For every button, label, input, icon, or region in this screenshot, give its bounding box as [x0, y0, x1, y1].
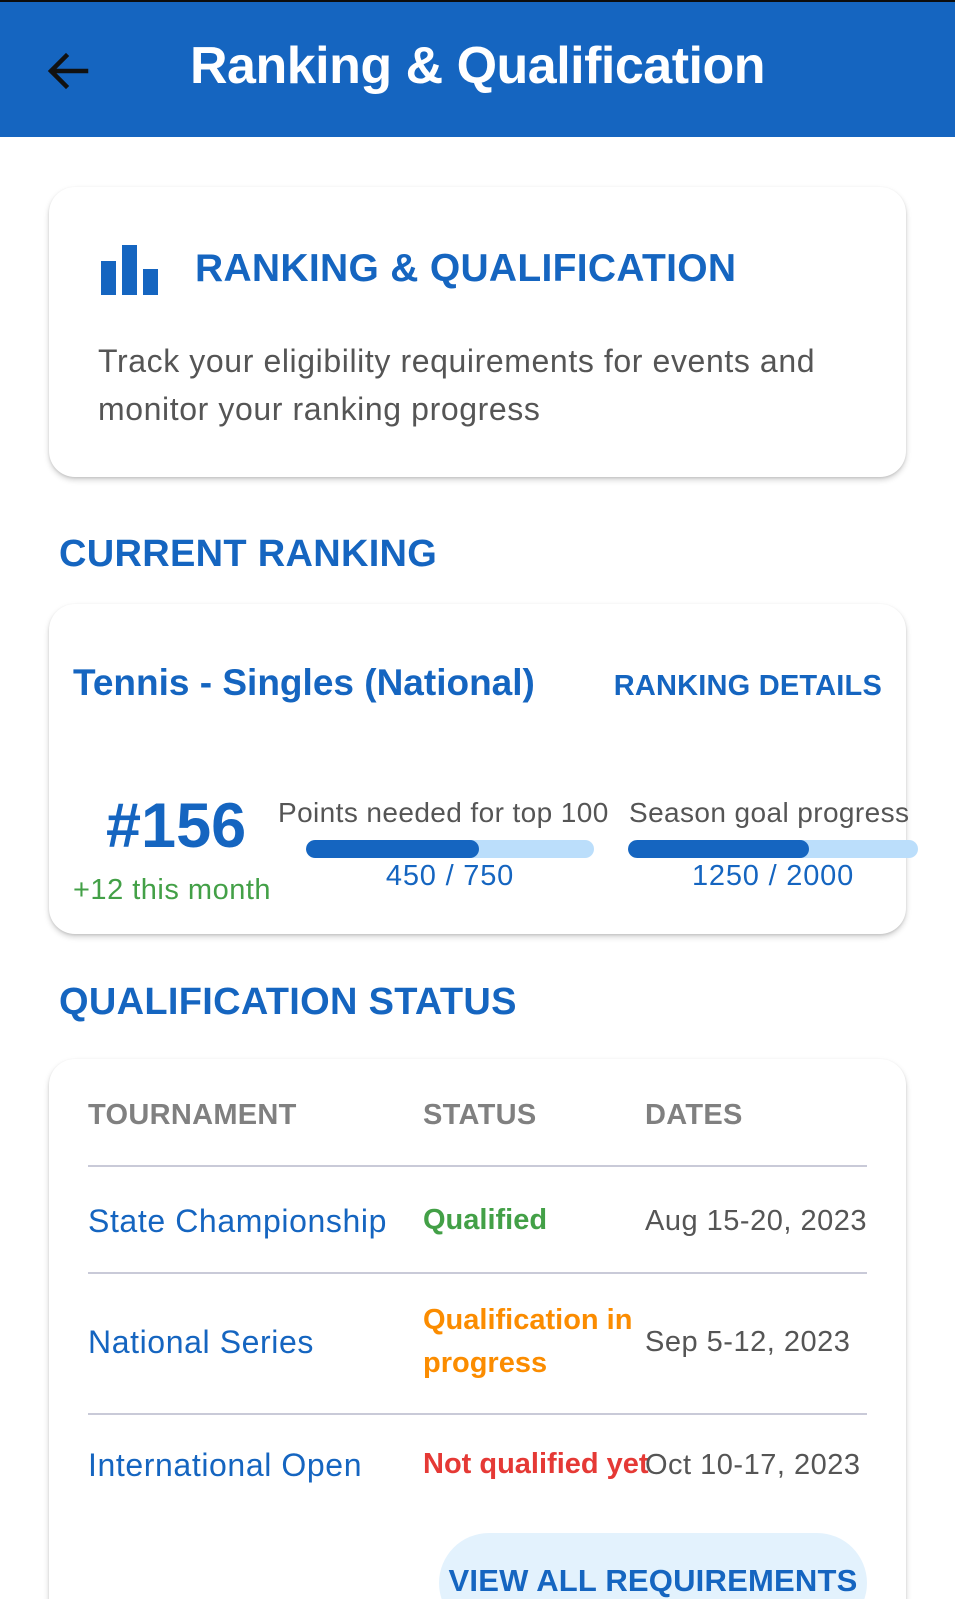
app-bar: Ranking & Qualification: [0, 0, 955, 137]
current-ranking-label: CURRENT RANKING: [59, 533, 438, 575]
table-divider: [88, 1165, 867, 1167]
bar-chart-icon: [101, 245, 158, 295]
progress-fill-top100: [306, 840, 479, 858]
page-title: Ranking & Qualification: [190, 37, 766, 95]
table-divider: [88, 1413, 867, 1415]
progress-bar-top100: [306, 840, 594, 858]
table-row-dates: Sep 5-12, 2023: [645, 1326, 851, 1358]
table-divider: [88, 1272, 867, 1274]
metric-value-season: 1250 / 2000: [692, 860, 854, 892]
table-row-tournament[interactable]: State Championship: [88, 1203, 387, 1240]
table-row-dates: Oct 10-17, 2023: [645, 1449, 861, 1481]
progress-fill-season: [628, 840, 810, 858]
status-badge: Qualification in progress: [423, 1304, 633, 1379]
status-badge: Qualified: [423, 1204, 548, 1236]
metric-label-top100: Points needed for top 100: [278, 797, 609, 828]
intro-description: Track your eligibility requirements for …: [98, 343, 816, 427]
table-row-tournament[interactable]: National Series: [88, 1324, 314, 1361]
column-header-tournament: TOURNAMENT: [88, 1099, 297, 1131]
progress-bar-season: [628, 840, 918, 858]
status-badge: Not qualified yet: [423, 1448, 649, 1480]
view-all-requirements-button[interactable]: VIEW ALL REQUIREMENTS: [439, 1533, 867, 1599]
metric-label-season: Season goal progress: [629, 797, 910, 828]
ranking-card: Tennis - Singles (National) RANKING DETA…: [49, 604, 918, 934]
column-header-status: STATUS: [423, 1099, 537, 1131]
rank-number: #156: [106, 791, 247, 861]
ranking-details-link[interactable]: RANKING DETAILS: [614, 670, 882, 703]
column-header-dates: DATES: [645, 1099, 743, 1131]
qualification-card: TOURNAMENT STATUS DATES State Championsh…: [49, 1059, 906, 1599]
table-row-dates: Aug 15-20, 2023: [645, 1205, 867, 1237]
metric-value-top100: 450 / 750: [385, 860, 515, 892]
rank-change: +12 this month: [73, 874, 272, 906]
sport-name: Tennis - Singles (National): [73, 662, 535, 703]
qualification-status-label: QUALIFICATION STATUS: [59, 981, 517, 1023]
table-row-tournament[interactable]: International Open: [88, 1447, 362, 1484]
intro-title: RANKING & QUALIFICATION: [195, 247, 737, 290]
intro-card: RANKING & QUALIFICATION Track your eligi…: [49, 187, 906, 477]
